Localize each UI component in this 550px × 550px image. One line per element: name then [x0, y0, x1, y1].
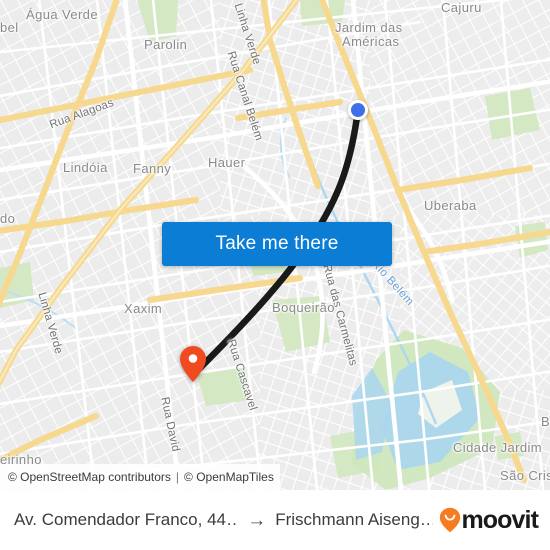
arrow-right-icon: → — [247, 509, 267, 531]
map-attribution: © OpenStreetMap contributors | © OpenMap… — [0, 464, 280, 490]
trip-footer: Av. Comendador Franco, 44… → Frischmann … — [0, 490, 550, 550]
moovit-map-share-card: Água Verde bel Parolin Cajuru Jardim das Amér… — [0, 0, 550, 550]
destination-label: Frischmann Aiseng… — [275, 510, 434, 529]
origin-label: Av. Comendador Franco, 44… — [14, 510, 239, 529]
take-me-there-button[interactable]: Take me there — [162, 222, 392, 266]
moovit-wordmark: moovit — [461, 505, 538, 534]
origin-marker-icon[interactable] — [348, 100, 368, 120]
openmaptiles-attribution-link[interactable]: © OpenMapTiles — [184, 470, 274, 484]
map-canvas[interactable]: Água Verde bel Parolin Cajuru Jardim das Amér… — [0, 0, 550, 490]
moovit-pin-icon — [440, 507, 461, 533]
attribution-separator: | — [175, 470, 180, 484]
moovit-logo[interactable]: moovit — [439, 505, 539, 535]
osm-attribution-link[interactable]: © OpenStreetMap contributors — [8, 470, 171, 484]
destination-pin-icon[interactable] — [179, 345, 207, 383]
